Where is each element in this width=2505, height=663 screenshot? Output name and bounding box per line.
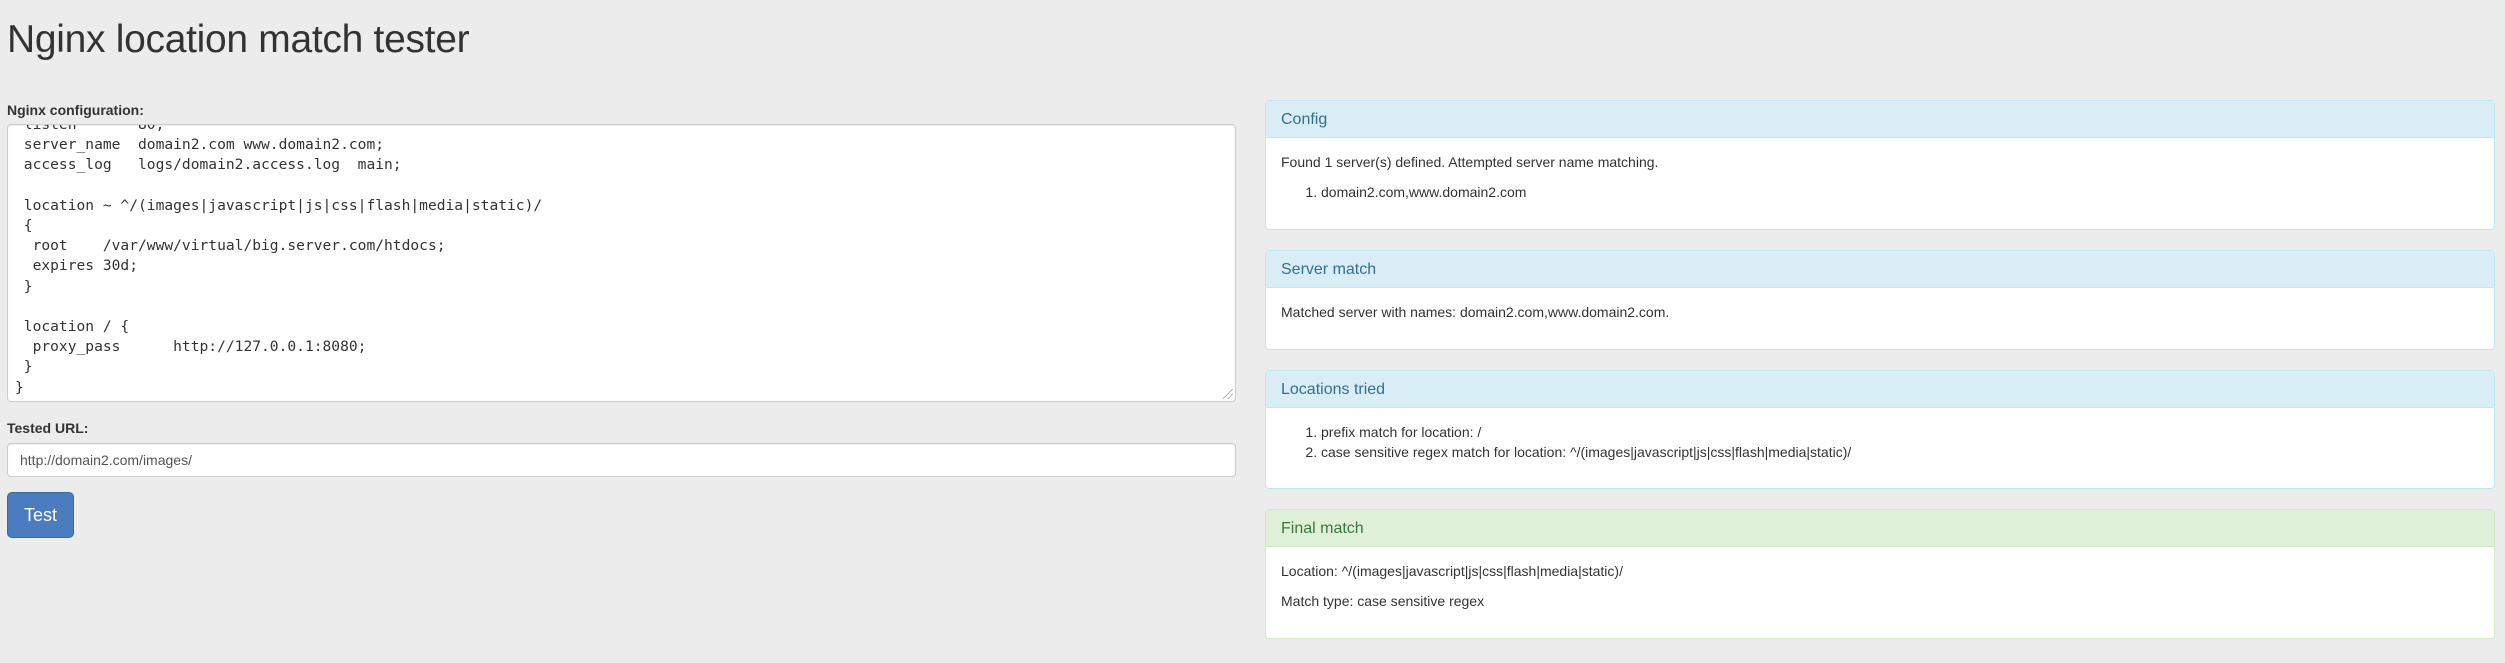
config-panel-title: Config xyxy=(1266,101,2494,138)
locations-tried-body: prefix match for location: / case sensit… xyxy=(1266,408,2494,482)
final-match-type: Match type: case sensitive regex xyxy=(1281,593,1485,609)
config-panel: Config Found 1 server(s) defined. Attemp… xyxy=(1265,100,2495,230)
test-button[interactable]: Test xyxy=(7,492,74,538)
server-list: domain2.com,www.domain2.com xyxy=(1281,182,2479,202)
list-item: domain2.com,www.domain2.com xyxy=(1321,182,2479,202)
resize-handle-icon[interactable] xyxy=(1223,389,1233,399)
config-textarea[interactable]: listen 80; server_name domain2.com www.d… xyxy=(7,124,1236,402)
server-match-text: Matched server with names: domain2.com,w… xyxy=(1281,304,1670,320)
final-match-title: Final match xyxy=(1266,510,2494,547)
results-column: Config Found 1 server(s) defined. Attemp… xyxy=(1265,100,2495,659)
final-match-location: Location: ^/(images|javascript|js|css|fl… xyxy=(1281,563,1623,579)
url-input[interactable]: http://domain2.com/images/ xyxy=(7,443,1236,477)
page: Nginx location match tester Nginx config… xyxy=(0,0,2505,663)
server-match-title: Server match xyxy=(1266,251,2494,288)
form-column: Nginx configuration: listen 80; server_n… xyxy=(7,102,1236,538)
final-match-panel: Final match Location: ^/(images|javascri… xyxy=(1265,509,2495,639)
list-item: case sensitive regex match for location:… xyxy=(1321,442,2479,462)
final-match-body: Location: ^/(images|javascript|js|css|fl… xyxy=(1266,547,2494,631)
config-panel-text: Found 1 server(s) defined. Attempted ser… xyxy=(1281,154,1659,170)
config-text[interactable]: listen 80; server_name domain2.com www.d… xyxy=(15,125,542,398)
server-match-panel: Server match Matched server with names: … xyxy=(1265,250,2495,350)
page-title: Nginx location match tester xyxy=(7,18,470,61)
server-match-body: Matched server with names: domain2.com,w… xyxy=(1266,288,2494,342)
config-label: Nginx configuration: xyxy=(7,102,144,118)
list-item: prefix match for location: / xyxy=(1321,422,2479,442)
locations-tried-panel: Locations tried prefix match for locatio… xyxy=(1265,370,2495,489)
url-label: Tested URL: xyxy=(7,420,89,436)
locations-tried-title: Locations tried xyxy=(1266,371,2494,408)
config-panel-body: Found 1 server(s) defined. Attempted ser… xyxy=(1266,138,2494,222)
locations-list: prefix match for location: / case sensit… xyxy=(1281,422,2479,462)
